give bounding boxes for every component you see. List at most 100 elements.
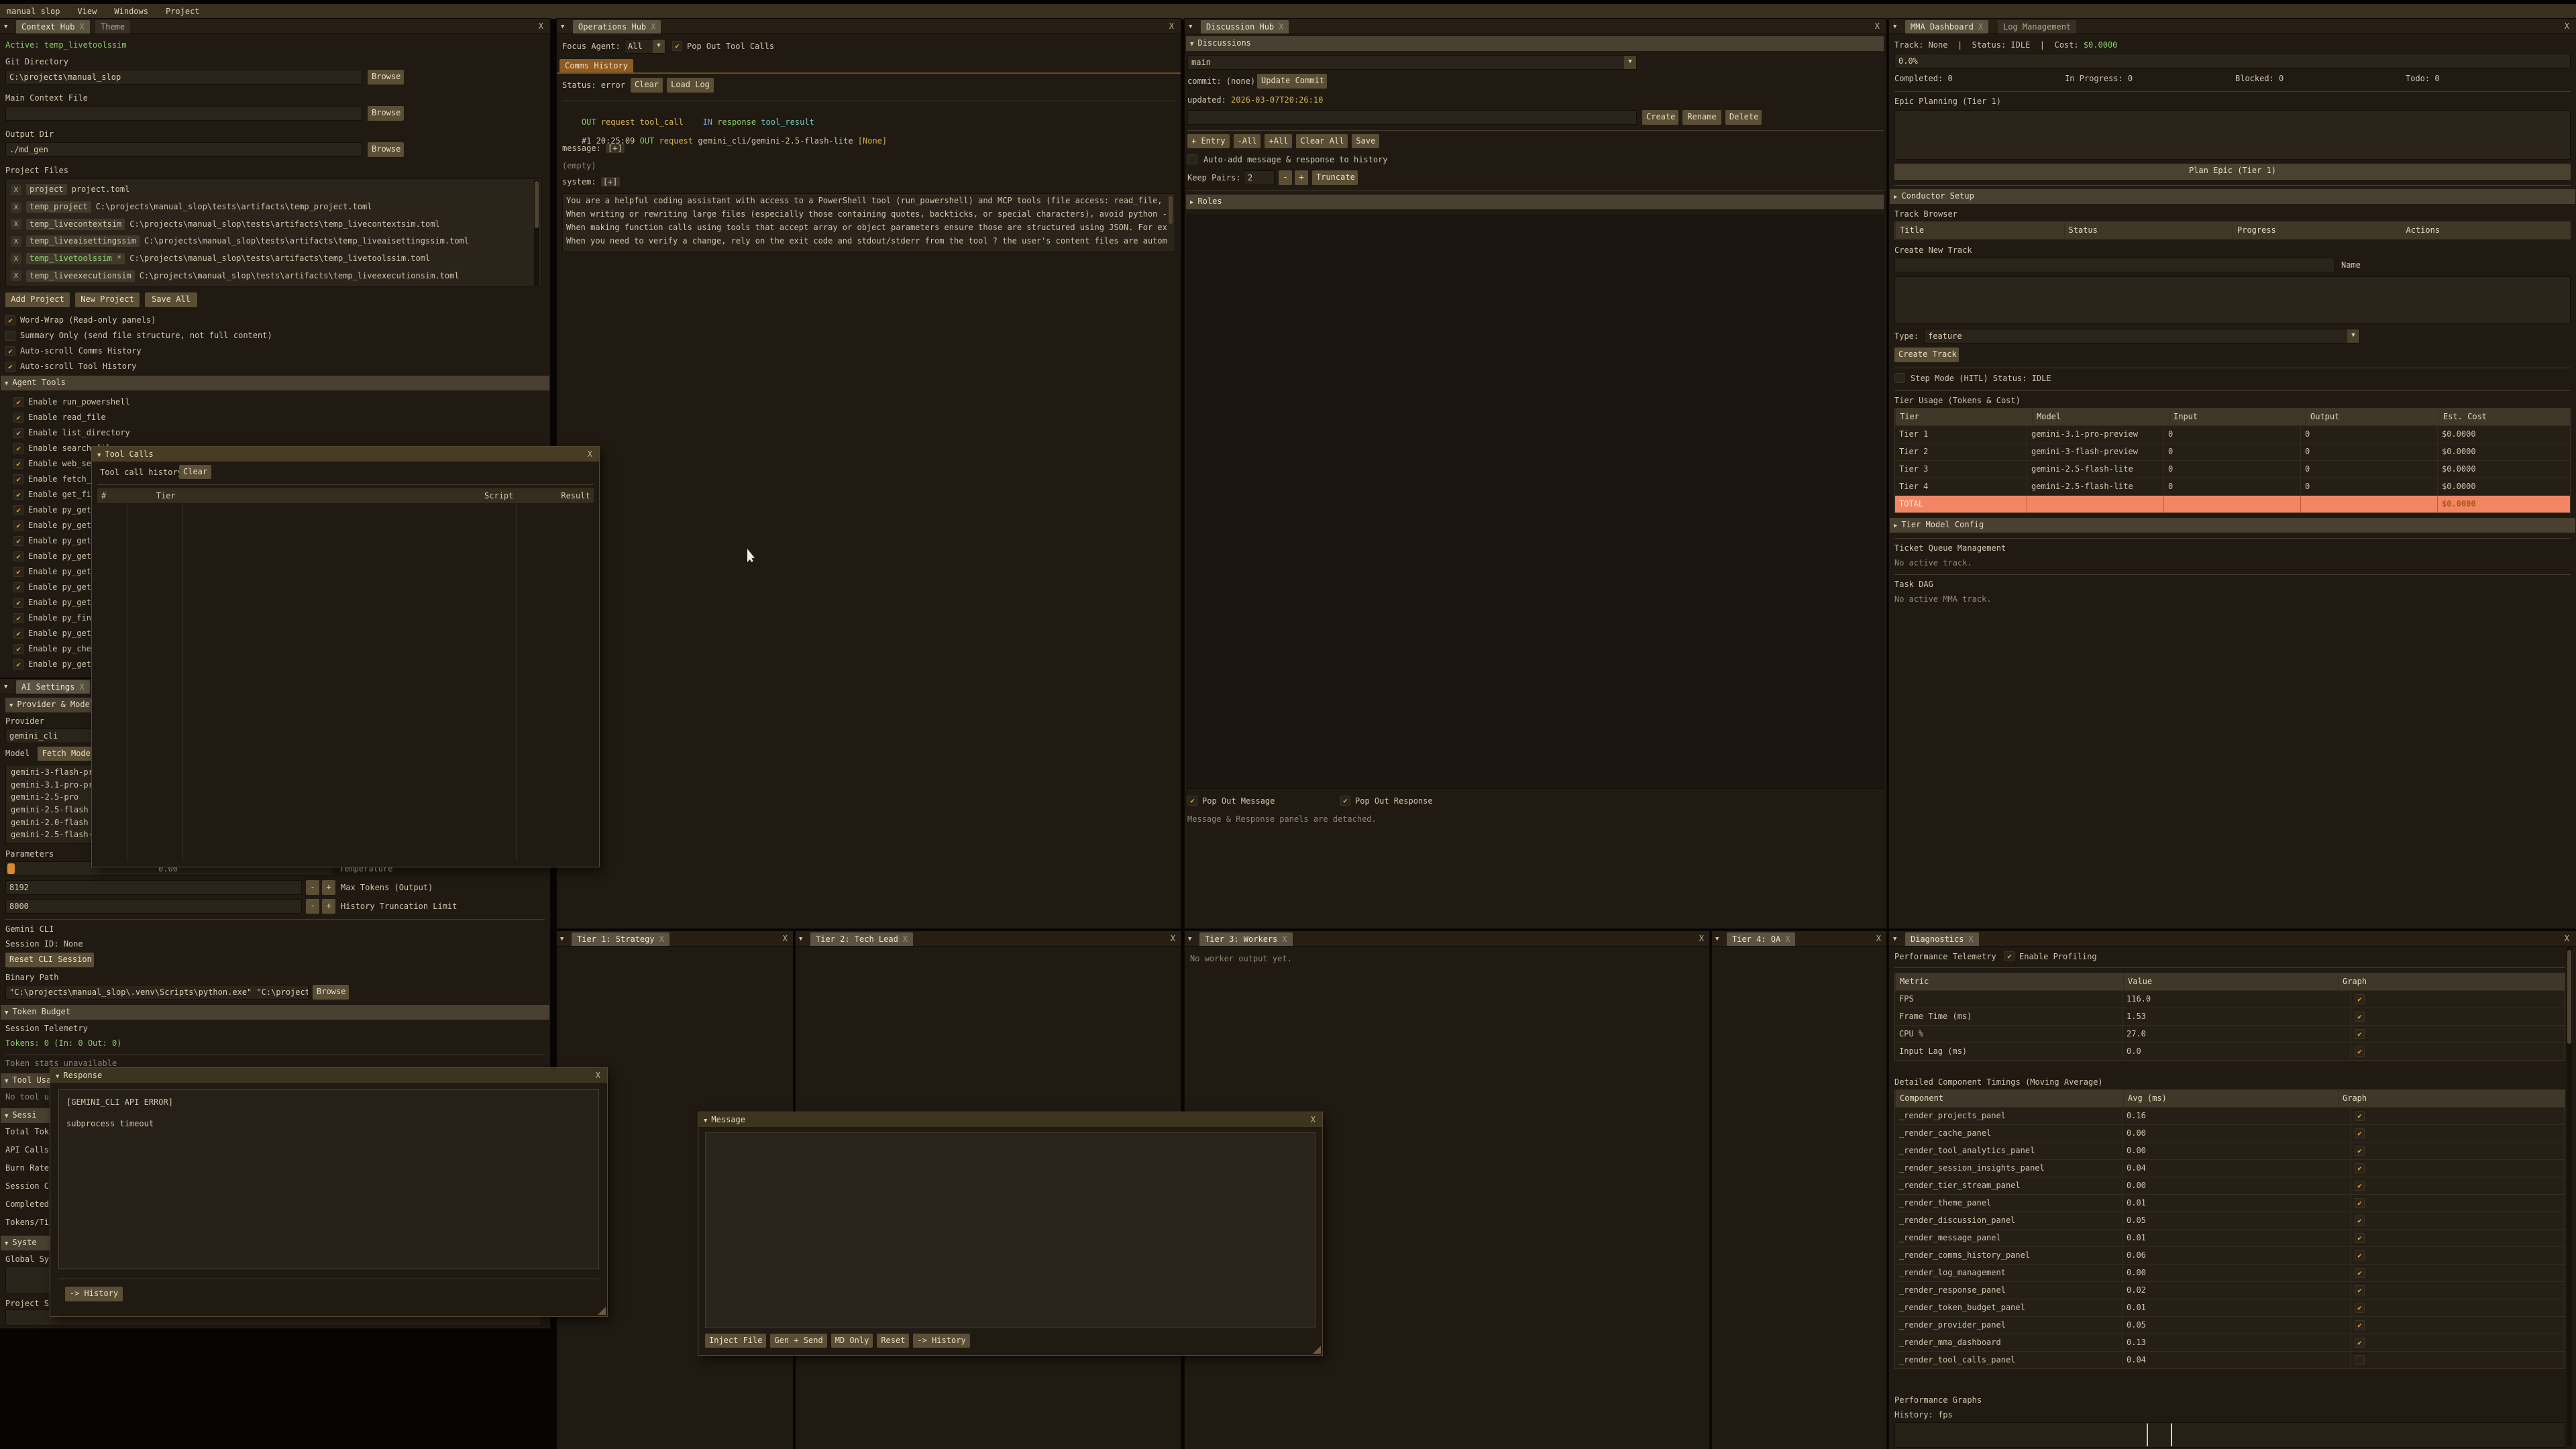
file-tag[interactable]: temp_livecontextsim <box>26 219 125 230</box>
entry-action-button[interactable]: Save <box>1352 134 1379 148</box>
message-titlebar[interactable]: ▼Message <box>698 1112 1322 1127</box>
agent-tool-row[interactable]: ✔ Enable run_powershell <box>13 394 130 410</box>
remove-file-icon[interactable]: x <box>11 184 21 195</box>
graph-checkbox[interactable]: ✔ <box>2355 1029 2365 1039</box>
tool-checkbox[interactable]: ✔ <box>13 521 23 531</box>
tab-comms-history[interactable]: Comms History <box>559 59 633 72</box>
epic-planning-input[interactable] <box>1894 110 2571 160</box>
file-tag[interactable]: temp_liveexecutionsim <box>26 270 135 282</box>
graph-checkbox[interactable]: ✔ <box>2355 1355 2365 1365</box>
remove-file-icon[interactable]: x <box>11 254 21 264</box>
keep-pairs-plus-button[interactable]: + <box>1295 170 1308 185</box>
history-trunc-minus-button[interactable]: - <box>306 899 319 914</box>
history-trunc-plus-button[interactable]: + <box>322 899 335 914</box>
discussion-name-input[interactable] <box>1187 110 1637 125</box>
window-close-icon[interactable]: X <box>1875 21 1880 32</box>
dock-menu-icon[interactable]: ▼ <box>560 934 564 945</box>
pop-out-tool-calls-checkbox[interactable]: ✔ <box>672 41 682 51</box>
tab-discussion-hub[interactable]: Discussion HubX <box>1201 20 1289 34</box>
temperature-slider-grab[interactable] <box>7 863 15 874</box>
dock-menu-icon[interactable]: ▼ <box>561 22 564 32</box>
option-row[interactable]: ✔ Auto-scroll Comms History <box>5 343 272 359</box>
tab-operations-hub[interactable]: Operations HubX <box>573 20 661 34</box>
graph-checkbox[interactable]: ✔ <box>2355 1285 2365 1295</box>
discussions-header[interactable]: ▼Discussions <box>1186 36 1884 51</box>
menu-item[interactable]: Windows <box>114 7 148 17</box>
history-trunc-input[interactable]: 8000 <box>5 899 302 914</box>
comms-clear-button[interactable]: Clear <box>631 78 663 93</box>
keep-pairs-input[interactable]: 2 <box>1244 170 1275 185</box>
track-name-input[interactable] <box>1894 258 2334 272</box>
graph-checkbox[interactable]: ✔ <box>2355 1046 2365 1057</box>
tab-mma-dashboard[interactable]: MMA DashboardX <box>1905 20 1988 34</box>
option-checkbox[interactable]: ✔ <box>5 362 15 372</box>
menu-item[interactable]: Project <box>166 7 200 17</box>
tool-checkbox[interactable]: ✔ <box>13 505 23 515</box>
track-desc-input[interactable] <box>1894 276 2571 323</box>
tool-checkbox[interactable]: ✔ <box>13 659 23 669</box>
window-close-icon[interactable]: X <box>596 1071 600 1081</box>
window-close-icon[interactable]: X <box>1169 21 1174 32</box>
tab-tier4[interactable]: Tier 4: QAX <box>1727 932 1795 946</box>
dock-menu-icon[interactable]: ▼ <box>1189 22 1192 32</box>
update-commit-button[interactable]: Update Commit <box>1257 74 1327 89</box>
add-project-button[interactable]: Add Project <box>5 292 70 307</box>
file-tag[interactable]: temp_livetoolssim * <box>26 253 125 264</box>
graph-checkbox[interactable]: ✔ <box>2355 1250 2365 1260</box>
graph-checkbox[interactable]: ✔ <box>2355 1303 2365 1313</box>
discussion-combo[interactable]: main▼ <box>1187 55 1637 70</box>
project-file-row[interactable]: x temp_project C:\projects\manual_slop\t… <box>11 199 534 216</box>
graph-checkbox[interactable]: ✔ <box>2355 1268 2365 1278</box>
token-budget-header[interactable]: ▼Token Budget <box>1 1005 549 1020</box>
option-checkbox[interactable]: ✔ <box>5 315 15 325</box>
chevron-down-icon[interactable]: ▼ <box>653 40 665 53</box>
system-scrollbar-grab[interactable] <box>1169 196 1173 224</box>
tool-calls-titlebar[interactable]: ▼Tool Calls <box>92 447 599 462</box>
save-all-button[interactable]: Save All <box>145 292 197 307</box>
output-dir-input[interactable]: ./md_gen <box>5 142 362 157</box>
tab-close-icon[interactable]: X <box>79 682 84 692</box>
auto-add-checkbox[interactable]: ✔ <box>1187 154 1197 164</box>
keep-pairs-minus-button[interactable]: - <box>1279 170 1292 185</box>
tool-checkbox[interactable]: ✔ <box>13 428 23 438</box>
conductor-setup-header[interactable]: ▶Conductor Setup <box>1890 189 2575 204</box>
message-action-button[interactable]: Inject File <box>705 1334 766 1348</box>
mcf-browse-button[interactable]: Browse <box>368 106 404 121</box>
tab-ai-settings[interactable]: AI SettingsX <box>16 680 90 694</box>
project-file-row[interactable]: x temp_liveaisettingssim C:\projects\man… <box>11 233 534 250</box>
discussion-history-area[interactable] <box>1187 215 1884 789</box>
entry-action-button[interactable]: + Entry <box>1187 134 1230 148</box>
main-context-file-input[interactable] <box>5 106 362 121</box>
message-input-area[interactable] <box>705 1132 1316 1328</box>
project-file-row[interactable]: x temp_liveexecutionsim C:\projects\manu… <box>11 267 534 284</box>
binary-browse-button[interactable]: Browse <box>313 985 349 1000</box>
tool-checkbox[interactable]: ✔ <box>13 490 23 500</box>
tab-close-icon[interactable]: X <box>903 934 908 944</box>
window-close-icon[interactable]: X <box>783 934 788 944</box>
tab-close-icon[interactable]: X <box>1279 22 1283 32</box>
entry-action-button[interactable]: -All <box>1234 134 1261 148</box>
window-close-icon[interactable]: X <box>2565 21 2569 32</box>
dock-menu-icon[interactable]: ▼ <box>1715 934 1719 945</box>
tool-checkbox[interactable]: ✔ <box>13 629 23 639</box>
menu-item[interactable]: manual slop <box>7 7 60 17</box>
tab-theme[interactable]: Theme <box>95 20 130 34</box>
graph-checkbox[interactable]: ✔ <box>2355 1181 2365 1191</box>
project-file-row[interactable]: x temp_livecontextsim C:\projects\manual… <box>11 215 534 233</box>
tab-tier3[interactable]: Tier 3: WorkersX <box>1199 932 1293 946</box>
resize-grip[interactable] <box>598 1307 606 1315</box>
pop-out-response-checkbox[interactable]: ✔ <box>1340 796 1350 806</box>
dock-menu-icon[interactable]: ▼ <box>4 22 7 32</box>
graph-checkbox[interactable]: ✔ <box>2355 1338 2365 1348</box>
message-action-button[interactable]: MD Only <box>831 1334 873 1348</box>
tool-checkbox[interactable]: ✔ <box>13 582 23 592</box>
window-close-icon[interactable]: X <box>2565 934 2569 944</box>
tab-close-icon[interactable]: X <box>1785 934 1790 944</box>
tool-checkbox[interactable]: ✔ <box>13 459 23 469</box>
rename-button[interactable]: Rename <box>1682 110 1721 125</box>
tab-diagnostics[interactable]: DiagnosticsX <box>1905 932 1979 946</box>
response-titlebar[interactable]: ▼Response <box>50 1068 607 1083</box>
load-log-button[interactable]: Load Log <box>667 78 714 93</box>
files-scrollbar-grab[interactable] <box>535 181 539 228</box>
chevron-down-icon[interactable]: ▼ <box>2347 329 2359 343</box>
